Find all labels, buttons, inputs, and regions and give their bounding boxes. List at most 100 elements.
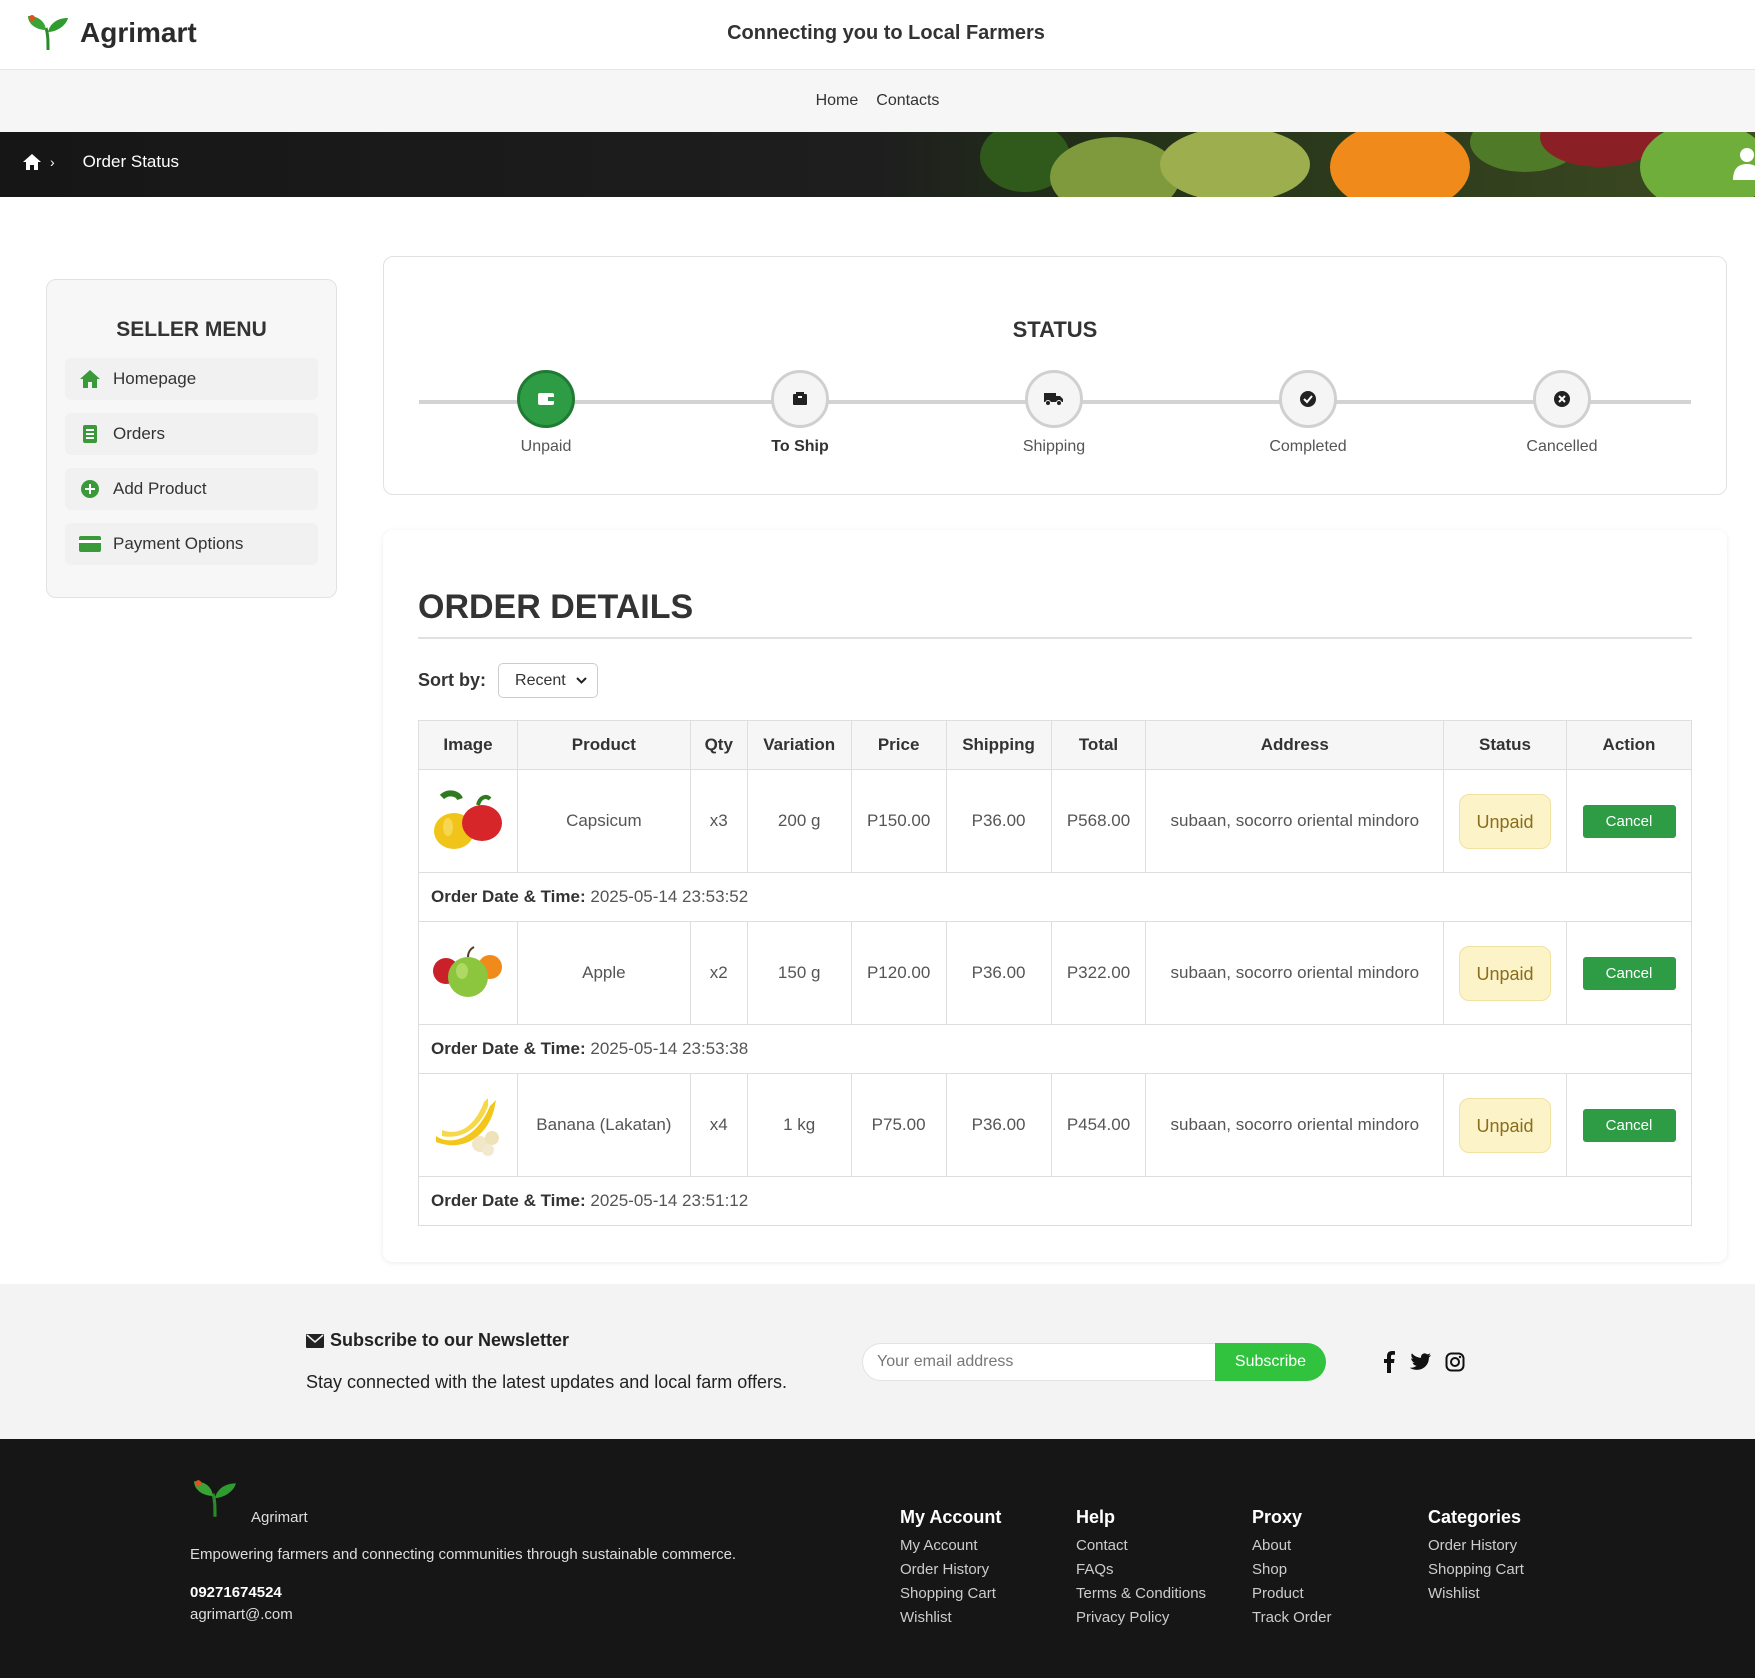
menu-item-label: Payment Options <box>113 534 244 553</box>
table-row: Capsicum x3 200 g P150.00 P36.00 P568.00… <box>418 769 1692 873</box>
site-footer: Agrimart Empowering farmers and connecti… <box>0 1439 1755 1678</box>
sort-select[interactable]: Recent <box>498 663 599 698</box>
footer-link[interactable]: Shop <box>1252 1558 1331 1582</box>
order-date-row: Order Date & Time: 2025-05-14 23:51:12 <box>418 1176 1692 1226</box>
banana-image[interactable] <box>432 1090 504 1156</box>
shipping-cell: P36.00 <box>945 921 1052 1025</box>
footer-link[interactable]: Track Order <box>1252 1606 1331 1630</box>
footer-column-title: My Account <box>900 1507 1002 1527</box>
image-cell <box>418 921 518 1025</box>
variation-cell: 150 g <box>746 921 852 1025</box>
newsletter-email-input[interactable]: Your email address <box>862 1343 1218 1381</box>
user-icon[interactable] <box>1727 146 1755 180</box>
step-label: Shipping <box>1022 438 1086 455</box>
footer-link[interactable]: Contact <box>1076 1534 1206 1558</box>
footer-link[interactable]: Shopping Cart <box>1428 1558 1524 1582</box>
footer-link[interactable]: Product <box>1252 1582 1331 1606</box>
menu-item-payment-options[interactable]: Payment Options <box>65 523 318 565</box>
order-date-value: 2025-05-14 23:53:38 <box>590 1039 749 1058</box>
column-header: Action <box>1566 720 1692 770</box>
status-cell: Unpaid <box>1443 921 1567 1025</box>
home-icon[interactable] <box>22 153 42 171</box>
apple-image[interactable] <box>432 941 504 1001</box>
column-header: Qty <box>689 720 748 770</box>
step-circle <box>771 370 829 428</box>
nav-contacts-link[interactable]: Contacts <box>876 92 939 110</box>
status-step-shipping[interactable]: Shipping <box>974 370 1134 456</box>
column-header: Shipping <box>945 720 1052 770</box>
cancel-button[interactable]: Cancel <box>1582 1108 1676 1142</box>
subscribe-button[interactable]: Subscribe <box>1215 1343 1326 1381</box>
status-tracker: STATUS Unpaid To Ship Shipping Completed… <box>383 256 1727 495</box>
cancel-button[interactable]: Cancel <box>1582 804 1676 838</box>
footer-link[interactable]: Shopping Cart <box>900 1582 1001 1606</box>
address-cell: subaan, socorro oriental mindoro <box>1145 921 1445 1025</box>
breadcrumb-separator: › <box>50 154 55 170</box>
status-step-completed[interactable]: Completed <box>1228 370 1388 456</box>
footer-link[interactable]: My Account <box>900 1534 1001 1558</box>
status-badge: Unpaid <box>1459 793 1552 849</box>
footer-link[interactable]: Order History <box>900 1558 1001 1582</box>
footer-link[interactable]: Wishlist <box>1428 1582 1524 1606</box>
column-header: Price <box>850 720 947 770</box>
step-label: Completed <box>1269 438 1347 455</box>
status-step-to-ship[interactable]: To Ship <box>720 370 880 456</box>
product-cell: Apple <box>516 921 691 1025</box>
sort-row: Sort by: Recent <box>418 663 599 698</box>
nav-home-link[interactable]: Home <box>816 92 859 110</box>
footer-link[interactable]: Terms & Conditions <box>1076 1582 1206 1606</box>
status-step-cancelled[interactable]: Cancelled <box>1482 370 1642 456</box>
menu-item-homepage[interactable]: Homepage <box>65 358 318 400</box>
banner-vegetable-decor <box>1330 132 1470 197</box>
order-date-label: Order Date & Time: <box>431 1039 586 1058</box>
footer-link[interactable]: Wishlist <box>900 1606 1001 1630</box>
footer-link[interactable]: Privacy Policy <box>1076 1606 1206 1630</box>
status-title: STATUS <box>1012 317 1098 342</box>
column-header: Product <box>516 720 691 770</box>
breadcrumb-current: Order Status <box>82 152 180 171</box>
column-header: Variation <box>746 720 852 770</box>
total-cell: P568.00 <box>1050 769 1147 873</box>
order-date-cell: Order Date & Time: 2025-05-14 23:53:52 <box>418 872 1692 922</box>
twitter-icon[interactable] <box>1409 1353 1431 1371</box>
status-step-unpaid[interactable]: Unpaid <box>466 370 626 456</box>
instagram-icon[interactable] <box>1445 1352 1465 1372</box>
order-date-value: 2025-05-14 23:51:12 <box>590 1191 749 1210</box>
shipping-cell: P36.00 <box>945 769 1052 873</box>
image-cell <box>418 1073 518 1177</box>
column-header: Total <box>1050 720 1147 770</box>
status-badge: Unpaid <box>1459 1097 1552 1153</box>
footer-link[interactable]: About <box>1252 1534 1331 1558</box>
footer-email[interactable]: agrimart@.com <box>190 1606 293 1623</box>
order-date-label: Order Date & Time: <box>431 1191 586 1210</box>
order-date-value: 2025-05-14 23:53:52 <box>590 887 749 906</box>
menu-item-orders[interactable]: Orders <box>65 413 318 455</box>
footer-column-categories: Categories Order History Shopping Cart W… <box>1428 1507 1524 1606</box>
status-cell: Unpaid <box>1443 769 1567 873</box>
image-cell <box>418 769 518 873</box>
qty-cell: x2 <box>689 921 748 1025</box>
newsletter-section: Subscribe to our Newsletter Stay connect… <box>0 1284 1755 1439</box>
price-cell: P150.00 <box>850 769 947 873</box>
footer-link[interactable]: Order History <box>1428 1534 1524 1558</box>
footer-column-proxy: Proxy About Shop Product Track Order <box>1252 1507 1331 1630</box>
column-header: Address <box>1145 720 1445 770</box>
column-header: Status <box>1443 720 1567 770</box>
cancel-button[interactable]: Cancel <box>1582 956 1676 990</box>
footer-column-my-account: My Account My Account Order History Shop… <box>900 1507 1001 1630</box>
footer-link[interactable]: FAQs <box>1076 1558 1206 1582</box>
order-date-cell: Order Date & Time: 2025-05-14 23:53:38 <box>418 1024 1692 1074</box>
address-cell: subaan, socorro oriental mindoro <box>1145 769 1445 873</box>
step-circle <box>1025 370 1083 428</box>
table-row: Banana (Lakatan) x4 1 kg P75.00 P36.00 P… <box>418 1073 1692 1177</box>
variation-cell: 1 kg <box>746 1073 852 1177</box>
footer-column-help: Help Contact FAQs Terms & Conditions Pri… <box>1076 1507 1206 1630</box>
wallet-icon <box>538 393 554 405</box>
product-cell: Banana (Lakatan) <box>516 1073 691 1177</box>
facebook-icon[interactable] <box>1383 1351 1395 1373</box>
order-date-label: Order Date & Time: <box>431 887 586 906</box>
step-label: Cancelled <box>1526 438 1598 455</box>
menu-item-add-product[interactable]: Add Product <box>65 468 318 510</box>
capsicum-image[interactable] <box>432 787 504 851</box>
newsletter-title: Subscribe to our Newsletter <box>306 1330 569 1351</box>
